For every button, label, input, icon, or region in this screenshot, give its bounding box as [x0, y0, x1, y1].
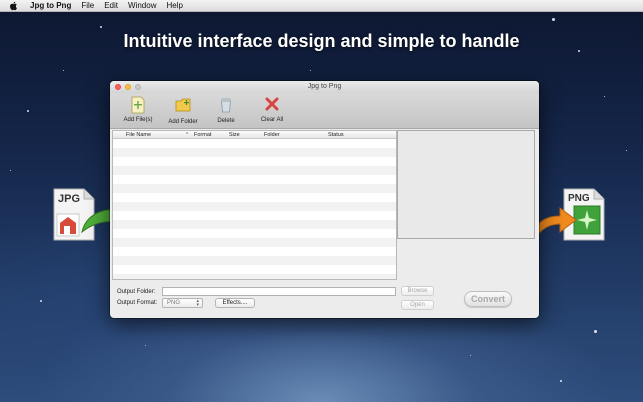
menu-window[interactable]: Window: [128, 0, 156, 12]
table-row[interactable]: [113, 166, 396, 175]
output-folder-label: Output Folder:: [117, 289, 156, 295]
table-row[interactable]: [113, 211, 396, 220]
delete-button[interactable]: Delete: [204, 93, 248, 129]
open-button[interactable]: Open: [401, 300, 434, 310]
column-format[interactable]: Format: [194, 132, 211, 138]
table-row[interactable]: [113, 184, 396, 193]
output-folder-field[interactable]: [162, 287, 396, 296]
file-table[interactable]: File Name ^ Format Size Folder Status: [112, 130, 397, 280]
menu-bar: Jpg to Png File Edit Window Help: [0, 0, 643, 12]
output-format-value: PNG: [167, 300, 181, 306]
output-format-label: Output Format:: [117, 300, 158, 306]
column-folder[interactable]: Folder: [264, 132, 280, 138]
column-status[interactable]: Status: [328, 132, 344, 138]
table-rows: [113, 139, 396, 279]
table-row[interactable]: [113, 256, 396, 265]
table-row[interactable]: [113, 274, 396, 279]
add-file-icon: [131, 96, 145, 114]
jpg-badge-label: JPG: [58, 193, 81, 205]
apple-icon[interactable]: [9, 1, 19, 11]
headline: Intuitive interface design and simple to…: [123, 31, 520, 51]
browse-button[interactable]: Browse: [401, 286, 434, 296]
clear-all-button[interactable]: Clear All: [250, 93, 294, 129]
effects-button[interactable]: Effects....: [215, 298, 255, 308]
png-file-icon: PNG: [530, 188, 610, 246]
column-size[interactable]: Size: [229, 132, 240, 138]
table-row[interactable]: [113, 220, 396, 229]
table-header: File Name ^ Format Size Folder Status: [113, 131, 396, 139]
add-folder-icon: [175, 98, 191, 112]
window-title: Jpg to Png: [307, 83, 342, 90]
table-row[interactable]: [113, 265, 396, 274]
convert-button[interactable]: Convert: [464, 291, 512, 307]
add-files-label: Add File(s): [123, 117, 153, 123]
trash-icon: [221, 98, 231, 113]
table-row[interactable]: [113, 157, 396, 166]
title-bar[interactable]: Jpg to Png: [110, 81, 539, 93]
table-row[interactable]: [113, 175, 396, 184]
add-folder-button[interactable]: Add Folder: [161, 93, 205, 129]
add-folder-label: Add Folder: [168, 119, 198, 125]
menu-edit[interactable]: Edit: [104, 0, 118, 12]
menu-file[interactable]: File: [81, 0, 94, 12]
add-files-button[interactable]: Add File(s): [116, 93, 160, 129]
table-row[interactable]: [113, 193, 396, 202]
menu-help[interactable]: Help: [166, 0, 182, 12]
column-file-name[interactable]: File Name: [126, 132, 151, 138]
clear-x-icon: [265, 97, 279, 111]
sort-ascending-icon: ^: [186, 132, 189, 138]
table-row[interactable]: [113, 148, 396, 157]
table-row[interactable]: [113, 139, 396, 148]
table-row[interactable]: [113, 238, 396, 247]
image-preview-pane: [397, 130, 535, 239]
output-format-select[interactable]: PNG ▴ ▾: [162, 298, 203, 308]
png-badge-label: PNG: [568, 193, 590, 204]
table-row[interactable]: [113, 202, 396, 211]
delete-label: Delete: [217, 118, 235, 124]
table-row[interactable]: [113, 247, 396, 256]
app-window: Jpg to Png Add File(s) Add Folder Delete…: [110, 81, 539, 318]
clear-all-label: Clear All: [260, 117, 284, 123]
table-row[interactable]: [113, 229, 396, 238]
menu-app-name[interactable]: Jpg to Png: [30, 0, 71, 12]
toolbar: Add File(s) Add Folder Delete Clear All: [110, 93, 539, 129]
chevron-updown-icon: ▴ ▾: [196, 298, 199, 308]
